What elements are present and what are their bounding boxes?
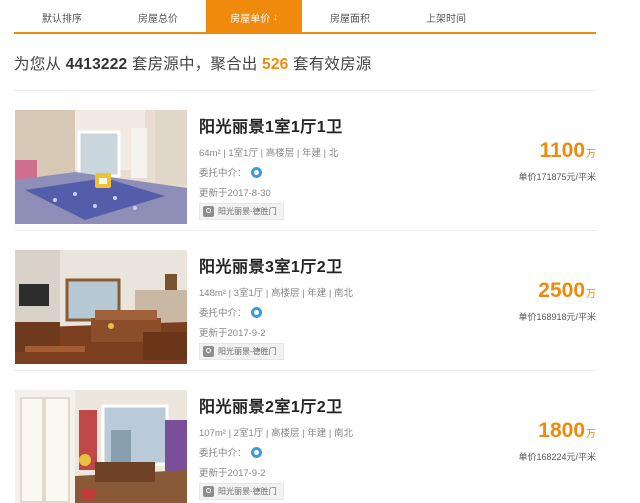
listing-item[interactable]: 阳光丽景2室1厅2卫 107m² | 2室1厅 | 高楼层 | 年建 | 南北 … bbox=[14, 370, 596, 503]
listing-title[interactable]: 阳光丽景2室1厅2卫 bbox=[199, 393, 343, 417]
price-unit: 万 bbox=[586, 149, 596, 160]
listing-unit-price: 单价168224元/平米 bbox=[518, 452, 596, 462]
sort-down-arrow-icon: ↓ bbox=[273, 12, 278, 22]
sort-tab-label: 房屋总价 bbox=[138, 13, 178, 25]
listing-item[interactable]: 阳光丽景3室1厅2卫 148m² | 3室1厅 | 高楼层 | 年建 | 南北 … bbox=[14, 230, 596, 366]
listing-title[interactable]: 阳光丽景1室1厅1卫 bbox=[199, 113, 343, 137]
sort-bar: 默认排序 房屋总价 房屋单价 ↓ 房屋面积 上架时间 bbox=[14, 0, 596, 34]
community-tag[interactable]: 阳光丽景-德胜门 bbox=[199, 483, 284, 500]
agent-label: 委托中介： bbox=[199, 168, 247, 179]
result-summary: 为您从 4413222 套房源中，聚合出 526 套有效房源 bbox=[14, 52, 372, 74]
bedroom-photo[interactable] bbox=[15, 110, 187, 224]
price-unit: 万 bbox=[586, 429, 596, 440]
price-value: 2500 bbox=[538, 279, 585, 302]
community-tag-label: 阳光丽景-德胜门 bbox=[218, 207, 277, 216]
sort-tab-label: 房屋面积 bbox=[330, 13, 370, 25]
sort-tab-label: 默认排序 bbox=[42, 13, 82, 25]
sort-tab-unit-price[interactable]: 房屋单价 ↓ bbox=[206, 0, 302, 34]
location-icon bbox=[203, 346, 214, 357]
listing-updated: 更新于2017-9-2 bbox=[199, 468, 266, 479]
community-tag[interactable]: 阳光丽景-德胜门 bbox=[199, 343, 284, 360]
agent-badge-icon[interactable] bbox=[250, 166, 262, 178]
listing-price: 1800 万 bbox=[538, 419, 596, 443]
sort-tab-default[interactable]: 默认排序 bbox=[14, 0, 110, 34]
summary-matched-count: 526 bbox=[262, 56, 289, 73]
community-tag-label: 阳光丽景-德胜门 bbox=[218, 487, 277, 496]
price-unit: 万 bbox=[586, 289, 596, 300]
room-photo[interactable] bbox=[15, 390, 187, 503]
community-tag[interactable]: 阳光丽景-德胜门 bbox=[199, 203, 284, 220]
listing-title[interactable]: 阳光丽景3室1厅2卫 bbox=[199, 253, 343, 277]
summary-prefix: 为您从 bbox=[14, 56, 62, 73]
listing-agent: 委托中介： bbox=[199, 305, 262, 319]
listing-info: 148m² | 3室1厅 | 高楼层 | 年建 | 南北 bbox=[199, 288, 353, 299]
price-value: 1800 bbox=[538, 419, 585, 442]
listing-updated: 更新于2017-8-30 bbox=[199, 188, 271, 199]
sort-tab-listing-time[interactable]: 上架时间 bbox=[398, 0, 494, 34]
listing-price: 1100 万 bbox=[539, 139, 596, 163]
location-icon bbox=[203, 206, 214, 217]
listing-agent: 委托中介： bbox=[199, 165, 262, 179]
living-room-photo[interactable] bbox=[15, 250, 187, 364]
listing-updated: 更新于2017-9-2 bbox=[199, 328, 266, 339]
price-value: 1100 bbox=[539, 139, 585, 162]
community-tag-label: 阳光丽景-德胜门 bbox=[218, 347, 277, 356]
sort-tab-label: 房屋单价 bbox=[230, 13, 271, 25]
agent-badge-icon[interactable] bbox=[250, 446, 262, 458]
summary-middle: 套房源中，聚合出 bbox=[131, 56, 258, 73]
sort-tab-area[interactable]: 房屋面积 bbox=[302, 0, 398, 34]
listing-info: 64m² | 1室1厅 | 高楼层 | 年建 | 北 bbox=[199, 148, 339, 159]
listing-agent: 委托中介： bbox=[199, 445, 262, 459]
sort-tab-total-price[interactable]: 房屋总价 bbox=[110, 0, 206, 34]
agent-badge-icon[interactable] bbox=[250, 306, 262, 318]
listing-info: 107m² | 2室1厅 | 高楼层 | 年建 | 南北 bbox=[199, 428, 353, 439]
agent-label: 委托中介： bbox=[199, 448, 247, 459]
summary-suffix: 套有效房源 bbox=[293, 56, 372, 73]
listing-unit-price: 单价168918元/平米 bbox=[518, 312, 596, 322]
sort-tab-label: 上架时间 bbox=[426, 13, 466, 25]
agent-label: 委托中介： bbox=[199, 308, 247, 319]
listing-price: 2500 万 bbox=[538, 279, 596, 303]
listing-unit-price: 单价171875元/平米 bbox=[518, 172, 596, 182]
summary-total-count: 4413222 bbox=[65, 56, 128, 73]
location-icon bbox=[203, 486, 214, 497]
listing-item[interactable]: 阳光丽景1室1厅1卫 64m² | 1室1厅 | 高楼层 | 年建 | 北 委托… bbox=[14, 90, 596, 226]
